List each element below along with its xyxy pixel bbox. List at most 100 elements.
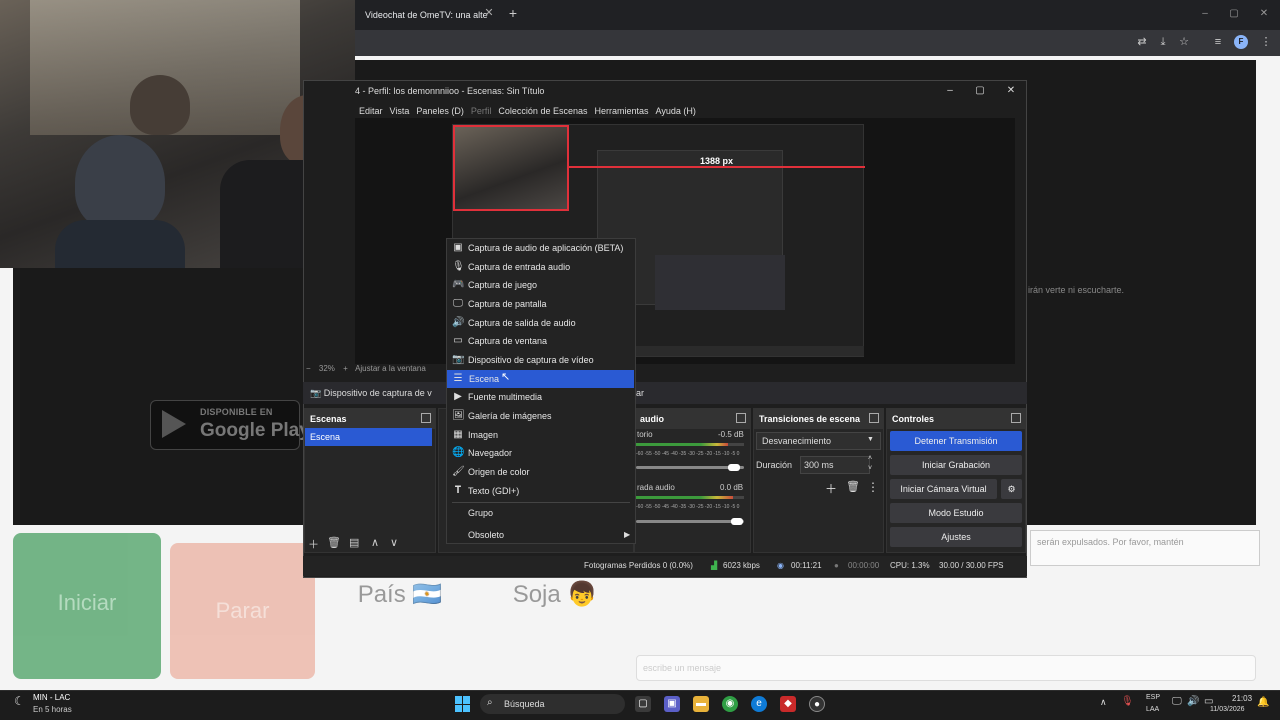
zoom-out-button[interactable]: − (306, 364, 311, 373)
play-icon: ▶ (454, 391, 462, 402)
profile-avatar[interactable]: F (1234, 35, 1248, 49)
zoom-in-button[interactable]: + (343, 364, 348, 373)
mixer-ticks: -60 -55 -50 -45 -40 -35 -30 -25 -20 -15 … (636, 451, 740, 457)
red-app-icon[interactable]: ◆ (780, 696, 796, 712)
add-scene-icon[interactable]: ＋ (308, 536, 319, 552)
microphone-icon[interactable]: 🎙 (1121, 696, 1134, 707)
add-transition-icon[interactable]: ＋ (825, 480, 837, 497)
mixer-channel-2-slider[interactable] (636, 520, 744, 523)
context-menu-item[interactable]: Captura de ventana (446, 332, 636, 350)
duration-field[interactable]: 300 ms (800, 456, 870, 474)
source-activate-button[interactable]: ar (636, 384, 644, 402)
clock-time[interactable]: 21:03 (1232, 694, 1252, 703)
context-menu-item[interactable]: Captura de audio de aplicación (BETA) (446, 239, 636, 257)
dock-popout-icon[interactable] (421, 413, 431, 423)
chrome-icon[interactable]: ◉ (722, 696, 738, 712)
dock-popout-icon[interactable] (869, 413, 879, 423)
context-menu-item[interactable]: Imagen (446, 426, 636, 444)
context-menu-item[interactable]: Captura de entrada audio (446, 258, 636, 276)
context-menu-item[interactable]: Grupo (446, 504, 636, 522)
taskbar-search[interactable]: Búsqueda (480, 694, 625, 714)
tab-close-icon[interactable]: ✕ (482, 6, 496, 20)
install-app-icon[interactable]: ⤓ (1155, 34, 1171, 50)
context-menu-item[interactable]: Texto (GDI+) (446, 482, 636, 500)
context-menu-item[interactable]: Obsoleto (446, 526, 636, 544)
move-up-icon[interactable]: ∧ (371, 536, 379, 549)
context-menu-item[interactable]: Captura de pantalla (446, 295, 636, 313)
studio-mode-button[interactable]: Modo Estudio (890, 503, 1022, 523)
move-down-icon[interactable]: ∨ (390, 536, 398, 549)
start-menu-icon[interactable] (455, 696, 471, 712)
preview-selected-source[interactable] (453, 125, 569, 211)
teams-icon[interactable]: ▣ (664, 696, 680, 712)
scenes-dock-title: Escenas (305, 409, 435, 429)
weather-icon[interactable]: ☾ (14, 694, 28, 712)
tray-overflow-icon[interactable]: ∧ (1100, 697, 1107, 708)
obs-minimize-button[interactable]: – (943, 84, 957, 98)
browser-tab[interactable]: Videochat de OmeTV: una alte (355, 4, 500, 28)
fit-window-button[interactable]: Ajustar a la ventana (355, 364, 426, 373)
dock-popout-icon[interactable] (1011, 413, 1021, 423)
context-menu-item[interactable]: Captura de juego (446, 276, 636, 294)
task-view-icon[interactable]: ▢ (635, 696, 651, 712)
stop-streaming-button[interactable]: Detener Transmisión (890, 431, 1022, 451)
chat-input[interactable]: escribe un mensaje (636, 655, 1256, 681)
context-menu-item[interactable]: Captura de salida de audio (446, 314, 636, 332)
context-menu-item[interactable]: Dispositivo de captura de vídeo (446, 351, 636, 369)
gender-button[interactable]: Soja 👦 (485, 580, 625, 620)
person-body (55, 220, 185, 268)
text-icon: 𝐓 (454, 485, 462, 496)
file-explorer-icon[interactable]: ▬ (693, 696, 709, 712)
reading-list-icon[interactable]: ≡ (1210, 34, 1226, 50)
weather-title[interactable]: MIN - LAC (33, 693, 70, 702)
dock-popout-icon[interactable] (736, 413, 746, 423)
volume-icon[interactable]: 🔊 (1187, 696, 1199, 707)
obs-maximize-button[interactable]: ▢ (973, 84, 987, 98)
mixer-channel-1-knob[interactable] (728, 464, 740, 471)
context-menu-item[interactable]: Origen de color (446, 463, 636, 481)
bookmark-star-icon[interactable]: ☆ (1176, 34, 1192, 50)
minimize-button[interactable]: – (1196, 6, 1214, 22)
spin-down-icon[interactable]: ˅ (868, 465, 872, 472)
start-recording-button[interactable]: Iniciar Grabación (890, 455, 1022, 475)
maximize-button[interactable]: ▢ (1225, 6, 1243, 22)
obs-app-icon[interactable]: ● (809, 696, 825, 712)
clock-date[interactable]: 11/03/2026 (1210, 706, 1245, 713)
close-window-button[interactable]: ✕ (1255, 6, 1273, 22)
edge-icon[interactable]: e (751, 696, 767, 712)
remove-transition-icon[interactable]: 🗑 (846, 480, 860, 493)
preview-guide-line (569, 166, 865, 168)
context-menu-item[interactable]: Escena (447, 370, 634, 388)
cpu-usage: CPU: 1.3% (890, 561, 930, 570)
spin-up-icon[interactable]: ˄ (868, 455, 872, 462)
info-text: irán verte ni escucharte. (1028, 285, 1125, 295)
new-tab-button[interactable]: + (505, 5, 521, 21)
context-menu-item[interactable]: Navegador (446, 444, 636, 462)
country-button[interactable]: País 🇦🇷 (325, 580, 475, 620)
mixer-channel-1-name: torio (637, 430, 653, 439)
mic-icon: 🎙 (452, 261, 465, 272)
keyboard-layout[interactable]: LAA (1146, 706, 1159, 713)
transition-select[interactable]: Desvanecimiento (756, 432, 881, 450)
translate-icon[interactable]: ⇄ (1134, 34, 1150, 50)
transition-properties-icon[interactable]: ⋮ (867, 480, 879, 494)
context-menu-item[interactable]: Fuente multimedia (446, 388, 636, 406)
context-menu-item[interactable]: Galería de imágenes (446, 407, 636, 425)
remove-scene-icon[interactable]: 🗑 (327, 536, 341, 549)
start-virtual-camera-button[interactable]: Iniciar Cámara Virtual (890, 479, 997, 499)
language-indicator[interactable]: ESP (1146, 694, 1160, 701)
scene-list-item[interactable]: Escena (305, 428, 432, 446)
browser-menu-icon[interactable]: ⋮ (1258, 34, 1274, 50)
mixer-ticks: -60 -55 -50 -45 -40 -35 -30 -25 -20 -15 … (636, 504, 740, 510)
list-icon: ☰ (453, 373, 463, 384)
obs-close-button[interactable]: ✕ (1004, 84, 1018, 98)
settings-button[interactable]: Ajustes (890, 527, 1022, 547)
start-button[interactable]: Iniciar (13, 533, 161, 679)
person-head (75, 135, 165, 230)
scene-filter-icon[interactable]: ▤ (349, 536, 359, 549)
notification-bell-icon[interactable]: 🔔 (1257, 697, 1269, 708)
stop-button[interactable]: Parar (170, 543, 315, 679)
mixer-channel-2-knob[interactable] (731, 518, 743, 525)
virtual-camera-settings-icon[interactable]: ⚙ (1001, 479, 1022, 499)
network-icon[interactable]: 🖵 (1172, 696, 1182, 707)
